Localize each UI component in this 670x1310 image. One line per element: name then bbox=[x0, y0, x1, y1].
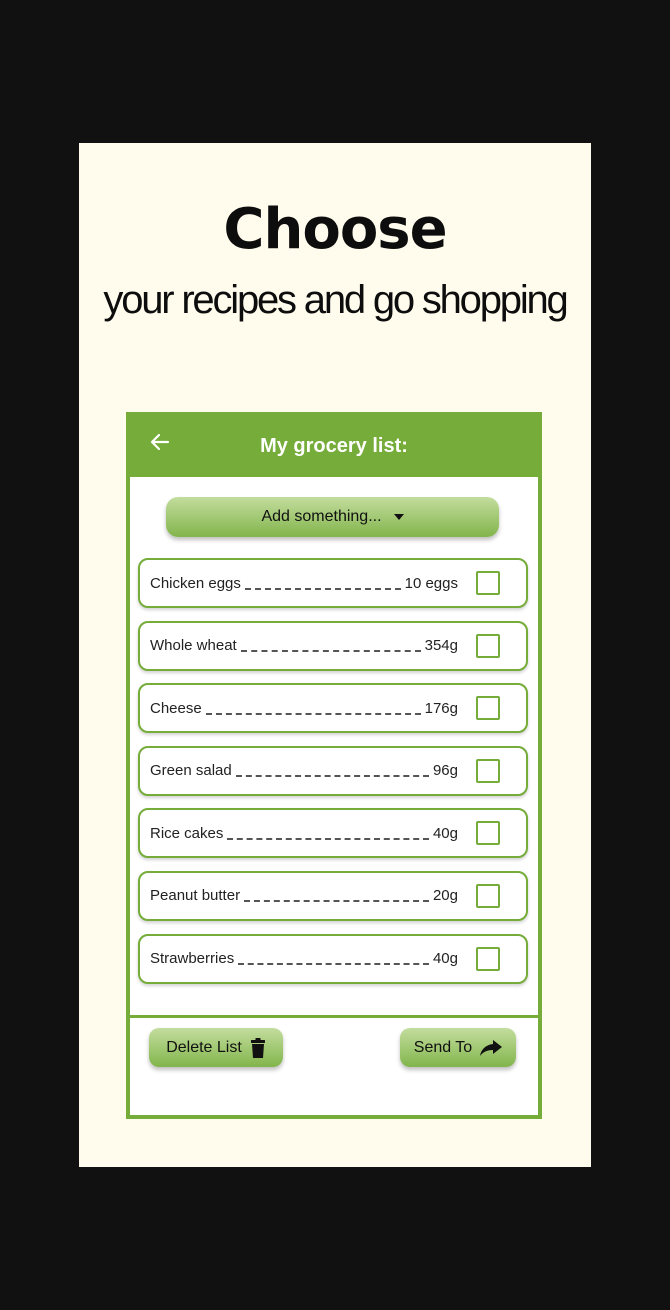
item-quantity: 20g bbox=[432, 887, 458, 905]
app-bar: My grocery list: bbox=[126, 412, 542, 477]
item-checkbox[interactable] bbox=[476, 821, 500, 846]
item-name: Strawberries bbox=[150, 950, 235, 968]
phone-screen: My grocery list: Add something... Chicke… bbox=[126, 412, 542, 1119]
item-name: Whole wheat bbox=[150, 637, 237, 655]
delete-list-label: Delete List bbox=[166, 1038, 242, 1056]
item-name: Cheese bbox=[150, 699, 202, 717]
item-quantity: 40g bbox=[432, 950, 458, 968]
list-item[interactable]: Peanut butter 20g bbox=[138, 870, 528, 921]
item-name: Green salad bbox=[150, 762, 232, 780]
page-title: My grocery list: bbox=[260, 435, 408, 457]
item-checkbox[interactable] bbox=[476, 883, 500, 908]
promo-poster: Choose your recipes and go shopping My g… bbox=[79, 143, 591, 1167]
list-item[interactable]: Rice cakes 40g bbox=[138, 808, 528, 859]
add-something-dropdown[interactable]: Add something... bbox=[166, 497, 499, 537]
dotted-leader bbox=[244, 587, 401, 590]
dotted-leader bbox=[227, 837, 429, 840]
list-item[interactable]: Strawberries 40g bbox=[138, 933, 528, 984]
trash-icon bbox=[250, 1037, 265, 1058]
send-to-label: Send To bbox=[413, 1038, 473, 1056]
item-quantity: 96g bbox=[432, 762, 458, 780]
delete-list-button[interactable]: Delete List bbox=[149, 1028, 283, 1067]
add-something-label: Add something... bbox=[261, 508, 382, 525]
item-quantity: 40g bbox=[432, 824, 458, 842]
caret-down-icon bbox=[393, 514, 404, 520]
dotted-leader bbox=[240, 649, 421, 653]
item-checkbox[interactable] bbox=[476, 571, 500, 595]
grocery-list: Chicken eggs 10 eggs Whole wheat 354g Ch… bbox=[138, 558, 528, 996]
item-checkbox[interactable] bbox=[476, 696, 500, 721]
subheadline: your recipes and go shopping bbox=[103, 278, 568, 322]
item-checkbox[interactable] bbox=[476, 946, 500, 971]
item-quantity: 354g bbox=[424, 637, 458, 655]
headline: Choose bbox=[223, 197, 447, 262]
item-name: Chicken eggs bbox=[150, 574, 241, 592]
dotted-leader bbox=[205, 712, 421, 715]
item-quantity: 176g bbox=[424, 699, 458, 717]
item-name: Rice cakes bbox=[150, 824, 224, 842]
footer-divider bbox=[126, 1015, 542, 1018]
list-item[interactable]: Green salad 96g bbox=[138, 745, 528, 796]
dotted-leader bbox=[238, 962, 429, 966]
list-item[interactable]: Cheese 176g bbox=[138, 683, 528, 734]
list-item[interactable]: Whole wheat 354g bbox=[138, 620, 528, 671]
dotted-leader bbox=[235, 774, 429, 778]
send-to-button[interactable]: Send To bbox=[400, 1028, 516, 1067]
item-checkbox[interactable] bbox=[476, 633, 500, 658]
item-quantity: 10 eggs bbox=[404, 574, 458, 592]
item-name: Peanut butter bbox=[150, 887, 241, 905]
list-item[interactable]: Chicken eggs 10 eggs bbox=[138, 558, 528, 608]
share-arrow-icon bbox=[480, 1039, 503, 1056]
item-checkbox[interactable] bbox=[476, 758, 500, 783]
dotted-leader bbox=[244, 899, 429, 903]
